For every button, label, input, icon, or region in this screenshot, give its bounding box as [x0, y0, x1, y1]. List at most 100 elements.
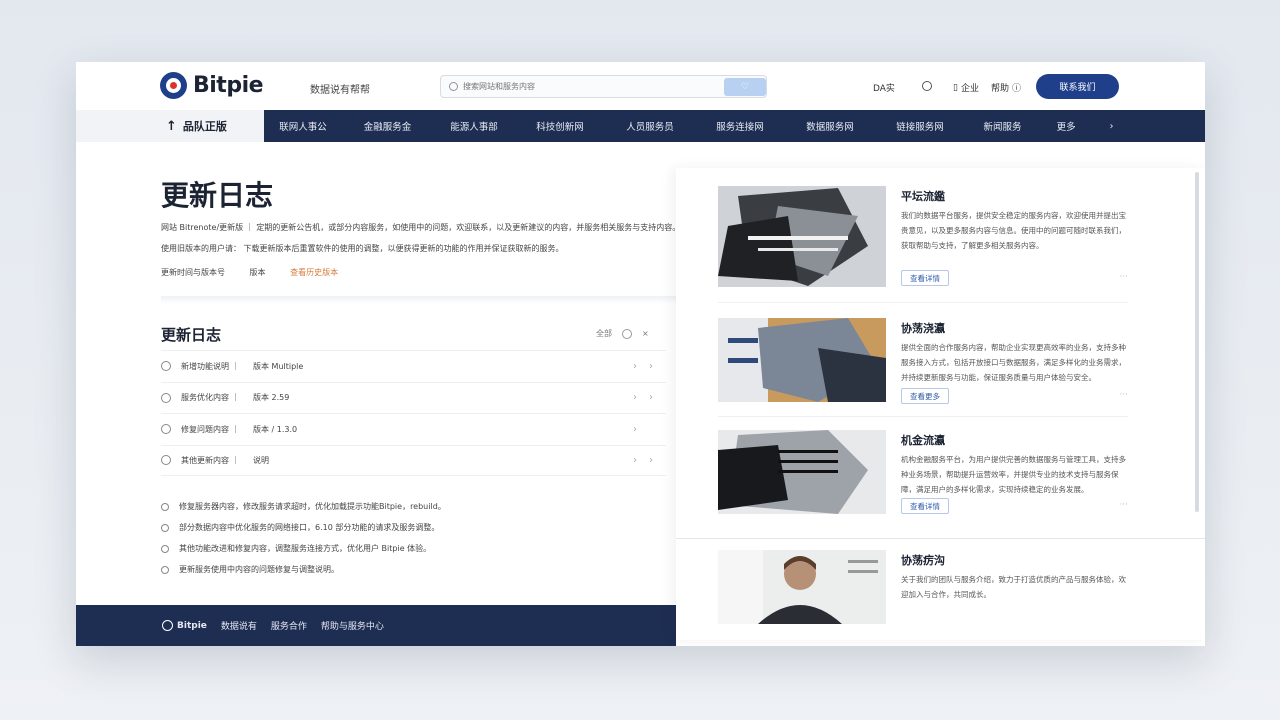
featured-panel: 平坛流鑑 我们的数据平台服务，提供安全稳定的服务内容，欢迎使用并提出宝贵意见，以… — [676, 168, 1205, 640]
footer-logo[interactable]: Bitpie — [162, 620, 207, 631]
chevron-right-icon: › — [633, 392, 637, 404]
hero-meta-date: 版本 — [249, 268, 266, 277]
divider — [718, 302, 1128, 303]
bullet-icon — [161, 523, 169, 532]
nav-item-2[interactable]: 金融服务金 — [342, 110, 433, 142]
card-image — [718, 186, 886, 287]
header-search-icon[interactable] — [922, 81, 932, 91]
changelog-title: 更新日志 — [161, 326, 222, 344]
search-button[interactable]: ♡ — [724, 78, 766, 96]
nav-item-more[interactable]: 更多 › — [1040, 110, 1130, 142]
card-title: 协荡疠沟 — [901, 554, 945, 567]
nav-item-7[interactable]: 数据服务网 — [785, 110, 875, 142]
nav-item-1[interactable]: 联网人事公 — [264, 110, 342, 142]
card-title: 平坛流鑑 — [901, 190, 945, 203]
list-item-type: 新增功能说明 ｜ — [181, 361, 240, 371]
note-text: 更新服务使用中内容的问题修复与调整说明。 — [179, 565, 339, 574]
nav-item-4[interactable]: 科技创新网 — [515, 110, 605, 142]
hero-meta: 更新时间与版本号 版本 查看历史版本 — [161, 267, 338, 278]
nav-home-label: 品队正版 — [182, 120, 227, 133]
arrow-up-icon: ↑ — [166, 118, 177, 134]
list-item[interactable]: 其他更新内容 ｜ 说明 › › — [161, 444, 666, 476]
chevron-right-icon: › — [1109, 120, 1114, 132]
list-item-version: 版本 Multiple — [253, 361, 304, 371]
logo-text: Bitpie — [193, 73, 264, 98]
page-title: 更新日志 — [161, 179, 274, 212]
history-link[interactable]: 查看历史版本 — [290, 268, 338, 277]
message-icon — [161, 424, 171, 435]
filter-all[interactable]: 全部 — [596, 328, 612, 339]
list-item[interactable]: 修复问题内容 ｜ 版本 / 1.3.0 › — [161, 413, 666, 445]
bullet-icon — [161, 502, 169, 511]
hero-desc-1: 网站 Bitrenote/更新版 ｜ 定期的更新公告机，或部分内容服务，如使用中… — [161, 223, 681, 232]
nav-item-8[interactable]: 链接服务网 — [875, 110, 965, 142]
logo[interactable]: Bitpie — [160, 72, 264, 99]
list-item-type: 其他更新内容 ｜ — [181, 455, 240, 465]
changelog-tools: 全部 × — [596, 328, 649, 339]
card-desc: 机构金融服务平台，为用户提供完善的数据服务与管理工具，支持多种业务场景，帮助提升… — [901, 455, 1126, 494]
footer-link-1[interactable]: 数据说有 — [221, 619, 257, 632]
nav-item-9[interactable]: 新闻服务 — [965, 110, 1040, 142]
header-link-enterprise-label: 企业 — [960, 84, 979, 94]
footer-logo-text: Bitpie — [177, 620, 207, 631]
nav-item-5[interactable]: 人员服务员 — [605, 110, 695, 142]
section-divider — [161, 296, 676, 304]
list-item-version: 版本 2.59 — [253, 393, 290, 403]
chevron-right-icon: › — [649, 392, 653, 404]
bullet-icon — [161, 544, 169, 553]
contact-button[interactable]: 联系我们 — [1036, 74, 1119, 99]
more-icon[interactable]: ··· — [1119, 500, 1128, 510]
card-button[interactable]: 查看详情 — [901, 270, 949, 286]
refresh-icon[interactable] — [622, 328, 632, 339]
note-text: 部分数据内容中优化服务的网络接口，6.10 部分功能的请求及服务调整。 — [179, 523, 440, 532]
feature-card: 机金流瀛 机构金融服务平台，为用户提供完善的数据服务与管理工具，支持多种业务场景… — [718, 430, 1128, 540]
clock-icon — [161, 392, 171, 403]
list-item-version: 说明 — [253, 455, 269, 465]
list-item[interactable]: 新增功能说明 ｜ 版本 Multiple › › — [161, 350, 666, 382]
list-item-version: 版本 / 1.3.0 — [253, 424, 298, 434]
search-input[interactable] — [463, 82, 713, 91]
card-desc: 提供全面的合作服务内容，帮助企业实现更高效率的业务，支持多种服务接入方式，包括开… — [901, 343, 1126, 382]
nav-home[interactable]: ↑ 品队正版 — [76, 110, 264, 142]
feature-card: 协荡浇瀛 提供全面的合作服务内容，帮助企业实现更高效率的业务，支持多种服务接入方… — [718, 318, 1128, 428]
divider — [718, 416, 1128, 417]
list-item-type: 服务优化内容 ｜ — [181, 393, 240, 403]
bullet-icon — [161, 565, 169, 574]
card-button[interactable]: 查看更多 — [901, 388, 949, 404]
nav-item-3[interactable]: 能源人事部 — [433, 110, 515, 142]
card-title: 协荡浇瀛 — [901, 322, 945, 335]
header-link-1[interactable]: DA实 — [873, 81, 895, 94]
release-notes: 修复服务器内容，修改服务请求超时，优化加载提示功能Bitpie，rebuild。… — [161, 496, 666, 580]
search-box: ♡ — [440, 75, 767, 98]
list-item-type: 修复问题内容 ｜ — [181, 424, 240, 434]
footer-link-2[interactable]: 服务合作 — [271, 619, 307, 632]
main-nav: ↑ 品队正版 联网人事公 金融服务金 能源人事部 科技创新网 人员服务员 服务连… — [76, 110, 1205, 142]
nav-item-6[interactable]: 服务连接网 — [695, 110, 785, 142]
more-icon[interactable]: ··· — [1119, 272, 1128, 282]
play-icon — [161, 455, 171, 466]
header-link-enterprise[interactable]: ▯ 企业 — [953, 81, 979, 95]
hero-meta-text: 更新时间与版本号 — [161, 268, 225, 277]
list-item[interactable]: 服务优化内容 ｜ 版本 2.59 › › — [161, 381, 666, 414]
panel-scrollbar[interactable] — [1195, 172, 1199, 512]
bitpie-logo-icon — [162, 620, 173, 631]
more-icon[interactable]: ··· — [1119, 390, 1128, 400]
header-link-help-label: 帮助 — [991, 84, 1010, 94]
note-text: 其他功能改进和修复内容，调整服务连接方式，优化用户 Bitpie 体验。 — [179, 544, 432, 553]
card-button[interactable]: 查看详情 — [901, 498, 949, 514]
chevron-right-icon: › — [633, 360, 637, 372]
close-icon[interactable]: × — [642, 329, 649, 338]
browser-window: Bitpie 数据说有帮帮 ♡ DA实 ▯ 企业 帮助 ⓘ 联系我们 ↑ 品队正… — [76, 62, 1205, 646]
chevron-right-icon: › — [633, 454, 637, 466]
clock-icon — [161, 361, 171, 372]
search-icon — [449, 82, 458, 91]
nav-item-more-label: 更多 — [1056, 122, 1076, 133]
chevron-right-icon: › — [649, 454, 653, 466]
footer: Bitpie 数据说有 服务合作 帮助与服务中心 — [76, 605, 676, 646]
note-item: 修复服务器内容，修改服务请求超时，优化加载提示功能Bitpie，rebuild。 — [161, 496, 666, 517]
card-desc: 关于我们的团队与服务介绍，致力于打造优质的产品与服务体验，欢迎加入与合作，共同成… — [901, 575, 1126, 599]
footer-link-3[interactable]: 帮助与服务中心 — [321, 619, 384, 632]
header-link-help[interactable]: 帮助 ⓘ — [991, 81, 1021, 94]
divider — [676, 538, 1205, 539]
card-image — [718, 318, 886, 402]
